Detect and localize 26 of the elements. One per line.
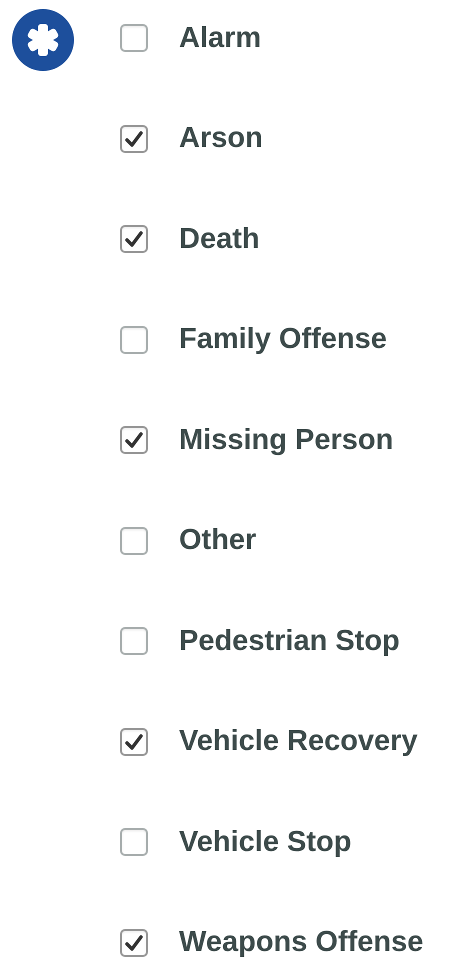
checkbox-label: Missing Person xyxy=(179,424,394,456)
checkbox[interactable] xyxy=(120,326,148,354)
checkbox-label: Vehicle Stop xyxy=(179,826,352,858)
checkmark-icon xyxy=(124,128,144,148)
checkbox-label: Alarm xyxy=(179,22,262,54)
checkbox-label: Weapons Offense xyxy=(179,926,424,959)
checkbox[interactable] xyxy=(120,426,148,454)
checkbox[interactable] xyxy=(120,828,148,856)
checkbox[interactable] xyxy=(120,225,148,253)
checkbox-label: Arson xyxy=(179,122,263,155)
checkbox-label: Vehicle Recovery xyxy=(179,725,418,758)
checkbox-label: Death xyxy=(179,222,260,256)
checkbox-label: Other xyxy=(179,524,256,557)
checkbox[interactable] xyxy=(120,24,148,52)
checkbox[interactable] xyxy=(120,124,148,152)
asterisk-icon xyxy=(12,9,74,71)
checkmark-icon xyxy=(124,430,144,450)
checkbox[interactable] xyxy=(120,728,148,756)
checkmark-icon xyxy=(124,932,144,952)
checkbox-label: Family Offense xyxy=(179,323,387,356)
checkbox-label: Pedestrian Stop xyxy=(179,624,400,658)
checkbox[interactable] xyxy=(120,928,148,956)
checkmark-icon xyxy=(124,732,144,752)
checkbox[interactable] xyxy=(120,627,148,655)
checkbox[interactable] xyxy=(120,526,148,554)
checkmark-icon xyxy=(124,229,144,249)
